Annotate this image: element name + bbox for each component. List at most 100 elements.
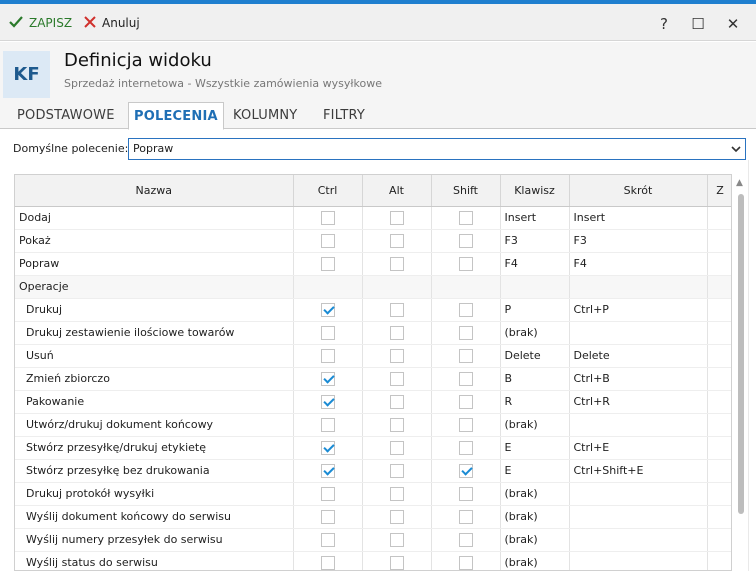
table-row[interactable]: Utwórz/drukuj dokument końcowy (brak) (15, 413, 731, 437)
alt-checkbox[interactable] (389, 486, 404, 501)
key-cell[interactable]: R (500, 390, 570, 414)
alt-checkbox[interactable] (389, 440, 404, 455)
key-cell[interactable]: (brak) (500, 505, 570, 529)
ctrl-checkbox[interactable] (320, 555, 335, 570)
key-cell[interactable]: (brak) (500, 321, 570, 345)
shortcut-cell: F3 (569, 229, 708, 253)
alt-checkbox[interactable] (389, 210, 404, 225)
key-cell[interactable]: E (500, 459, 570, 483)
chevron-down-icon[interactable] (731, 139, 741, 165)
column-header-klawisz[interactable]: Klawisz (500, 175, 570, 207)
table-row[interactable]: Popraw F4 F4 (15, 252, 731, 276)
maximize-button[interactable]: ☐ (687, 13, 709, 35)
alt-checkbox[interactable] (389, 463, 404, 478)
z-cell (707, 298, 731, 322)
shift-checkbox[interactable] (458, 302, 473, 317)
ctrl-checkbox[interactable] (320, 233, 335, 248)
shift-checkbox[interactable] (458, 417, 473, 432)
alt-checkbox[interactable] (389, 256, 404, 271)
key-cell[interactable]: P (500, 298, 570, 322)
ctrl-checkbox[interactable] (320, 348, 335, 363)
ctrl-checkbox[interactable] (320, 509, 335, 524)
alt-checkbox[interactable] (389, 302, 404, 317)
alt-checkbox[interactable] (389, 371, 404, 386)
ctrl-checkbox[interactable] (320, 325, 335, 340)
ctrl-checkbox[interactable] (320, 440, 335, 455)
table-row[interactable]: Wyślij numery przesyłek do serwisu (brak) (15, 528, 731, 552)
ctrl-checkbox[interactable] (320, 394, 335, 409)
ctrl-checkbox[interactable] (320, 417, 335, 432)
column-header-skrot[interactable]: Skrót (569, 175, 708, 207)
shift-checkbox[interactable] (458, 394, 473, 409)
column-header-alt[interactable]: Alt (362, 175, 432, 207)
shift-checkbox[interactable] (458, 509, 473, 524)
key-cell[interactable]: B (500, 367, 570, 391)
help-button[interactable]: ? (653, 13, 675, 35)
shift-checkbox[interactable] (458, 348, 473, 363)
key-cell[interactable]: (brak) (500, 551, 570, 570)
shift-checkbox[interactable] (458, 486, 473, 501)
column-header-ctrl[interactable]: Ctrl (293, 175, 363, 207)
alt-checkbox[interactable] (389, 555, 404, 570)
alt-checkbox[interactable] (389, 532, 404, 547)
shift-checkbox[interactable] (458, 555, 473, 570)
z-cell (707, 344, 731, 368)
default-command-select[interactable]: Popraw (128, 138, 746, 160)
table-row[interactable]: Wyślij dokument końcowy do serwisu (brak) (15, 505, 731, 529)
shift-checkbox[interactable] (458, 325, 473, 340)
shift-checkbox[interactable] (458, 233, 473, 248)
table-row[interactable]: Drukuj P Ctrl+P (15, 298, 731, 322)
key-cell[interactable]: Delete (500, 344, 570, 368)
table-row[interactable]: Drukuj protokół wysyłki (brak) (15, 482, 731, 506)
table-row[interactable]: Pakowanie R Ctrl+R (15, 390, 731, 414)
table-row[interactable]: Stwórz przesyłkę bez drukowania E Ctrl+Shi… (15, 459, 731, 483)
table-row[interactable]: Zmień zbiorczo B Ctrl+B (15, 367, 731, 391)
shift-checkbox[interactable] (458, 440, 473, 455)
key-cell[interactable]: E (500, 436, 570, 460)
table-row[interactable]: Dodaj Insert Insert (15, 206, 731, 230)
tab-filtry[interactable]: FILTRY (318, 102, 370, 130)
key-cell[interactable]: (brak) (500, 413, 570, 437)
ctrl-checkbox[interactable] (320, 256, 335, 271)
table-row[interactable]: Wyślij status do serwisu (brak) (15, 551, 731, 570)
shift-checkbox[interactable] (458, 210, 473, 225)
alt-checkbox[interactable] (389, 417, 404, 432)
table-row[interactable]: Pokaż F3 F3 (15, 229, 731, 253)
shift-checkbox[interactable] (458, 532, 473, 547)
alt-checkbox[interactable] (389, 325, 404, 340)
ctrl-checkbox[interactable] (320, 463, 335, 478)
save-button[interactable]: ZAPISZ (9, 12, 72, 34)
ctrl-checkbox[interactable] (320, 371, 335, 386)
alt-checkbox[interactable] (389, 348, 404, 363)
table-row[interactable]: Usuń Delete Delete (15, 344, 731, 368)
alt-checkbox[interactable] (389, 509, 404, 524)
grid-scrollbar[interactable]: ▲ (734, 174, 748, 571)
key-cell[interactable]: (brak) (500, 482, 570, 506)
column-header-z[interactable]: Z (707, 175, 731, 207)
table-row[interactable]: Operacje (15, 275, 731, 299)
cancel-button[interactable]: Anuluj (84, 12, 140, 34)
ctrl-checkbox[interactable] (320, 302, 335, 317)
scroll-thumb[interactable] (738, 194, 744, 514)
scroll-up-icon[interactable]: ▲ (736, 178, 743, 188)
alt-checkbox[interactable] (389, 394, 404, 409)
key-cell[interactable]: F3 (500, 229, 570, 253)
tab-podstawowe[interactable]: PODSTAWOWE (12, 102, 120, 130)
table-row[interactable]: Drukuj zestawienie ilościowe towarów (bra… (15, 321, 731, 345)
tab-kolumny[interactable]: KOLUMNY (228, 102, 302, 130)
alt-checkbox[interactable] (389, 233, 404, 248)
ctrl-checkbox[interactable] (320, 210, 335, 225)
ctrl-checkbox[interactable] (320, 486, 335, 501)
key-cell[interactable]: (brak) (500, 528, 570, 552)
ctrl-checkbox[interactable] (320, 532, 335, 547)
key-cell[interactable]: Insert (500, 206, 570, 230)
column-header-shift[interactable]: Shift (431, 175, 501, 207)
column-header-nazwa[interactable]: Nazwa (15, 175, 294, 207)
shift-checkbox[interactable] (458, 256, 473, 271)
shift-checkbox[interactable] (458, 371, 473, 386)
close-button[interactable]: ✕ (722, 13, 744, 35)
tab-polecenia[interactable]: POLECENIA (128, 102, 224, 130)
key-cell[interactable]: F4 (500, 252, 570, 276)
shift-checkbox[interactable] (458, 463, 473, 478)
table-row[interactable]: Stwórz przesyłkę/drukuj etykietę E Ctrl+E (15, 436, 731, 460)
